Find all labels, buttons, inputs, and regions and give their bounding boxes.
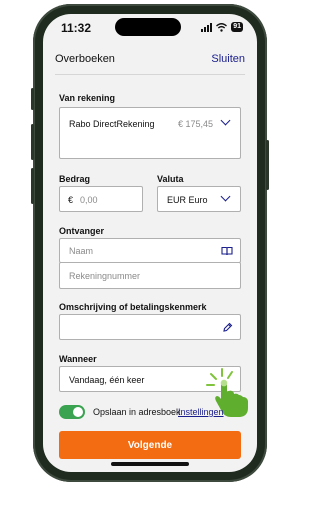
description-label: Omschrijving of betalingskenmerk [59,302,207,312]
currency-value: EUR Euro [167,195,208,205]
phone-power-button [266,140,269,190]
save-toggle[interactable] [59,405,85,419]
dynamic-island [115,18,181,36]
phone-mute-switch [31,88,34,110]
currency-select[interactable]: EUR Euro [157,186,241,212]
home-indicator [111,462,189,466]
next-button[interactable]: Volgende [59,431,241,459]
from-account-balance: € 175,45 [178,119,214,129]
currency-label: Valuta [157,174,184,184]
signal-icon [201,22,213,32]
status-bar: 11:32 91 [43,14,257,42]
close-button[interactable]: Sluiten [211,53,245,65]
settings-link[interactable]: Instellingen [178,407,224,417]
page-title: Overboeken [55,53,115,65]
description-input[interactable] [59,314,241,340]
address-book-icon[interactable] [221,246,233,256]
recipient-name-placeholder: Naam [69,246,94,256]
app-screen: 11:32 91 Overboeken Sluiten Van rekening… [43,14,257,472]
recipient-account-input[interactable]: Rekeningnummer [59,262,241,289]
wifi-icon [216,22,228,32]
currency-symbol: € [68,195,74,205]
amount-label: Bedrag [59,174,91,184]
status-icons: 91 [201,22,243,32]
amount-input[interactable]: € 0,00 [59,186,143,212]
chevron-down-icon [220,115,231,126]
recipient-account-placeholder: Rekeningnummer [69,271,141,281]
nav-bar: Overboeken Sluiten [43,44,257,74]
toggle-knob [73,407,83,417]
pencil-icon [223,322,233,332]
recipient-name-input[interactable]: Naam [59,238,241,263]
amount-placeholder: 0,00 [80,195,98,205]
phone-volume-down [31,168,34,204]
when-value: Vandaag, één keer [69,375,145,385]
phone-volume-up [31,124,34,160]
chevron-down-icon [220,191,231,202]
status-time: 11:32 [61,21,92,35]
save-label: Opslaan in adresboek [93,407,181,417]
from-account-label: Van rekening [59,93,116,103]
from-account-select[interactable]: Rabo DirectRekening € 175,45 [59,107,241,159]
from-account-name: Rabo DirectRekening [69,119,155,129]
when-label: Wanneer [59,354,97,364]
battery-icon: 91 [231,22,243,32]
header-divider [55,74,245,75]
recipient-label: Ontvanger [59,226,105,236]
